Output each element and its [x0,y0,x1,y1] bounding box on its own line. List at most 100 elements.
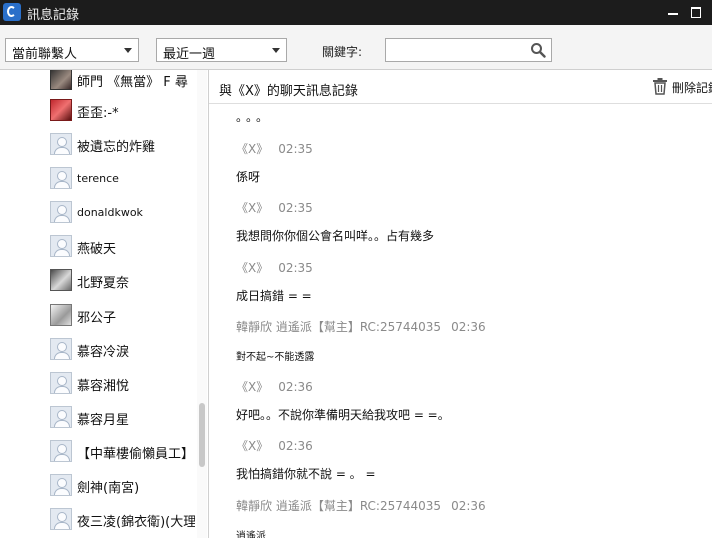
search-icon[interactable] [530,42,546,58]
period-filter-select[interactable]: 最近一週 [156,38,287,62]
chat-header: 與《X》的聊天訊息記錄 刪除記錄 [209,70,712,104]
contact-item[interactable]: 慕容湘悅 [0,366,196,400]
avatar [50,304,72,326]
contact-item[interactable]: 夜三凌(錦衣衛)(大理) [0,502,196,536]
message-text: 逍遙派 [236,531,266,538]
message-time: 02:36 [278,380,313,394]
contact-item[interactable]: terence [0,161,196,195]
contact-name: 【中華樓偷懶員工】 [77,447,195,462]
contact-item[interactable]: 歪歪:-* [0,93,196,127]
contact-filter-value: 當前聯繫人 [12,47,78,62]
message-sender: 《X》 [236,380,269,394]
message-sender: 《X》 [236,201,269,215]
contact-name: 慕容月星 [77,413,130,428]
message-text: 我想問你你個公會名叫咩。。占有幾多 [236,229,435,243]
message-meta: 《X》 02:35 [236,259,706,275]
chat-title: 與《X》的聊天訊息記錄 [219,84,358,99]
period-filter-value: 最近一週 [163,47,216,62]
message-time: 02:36 [451,499,486,513]
chevron-down-icon [272,48,280,53]
contact-item[interactable]: 被遺忘的炸雞 [0,127,196,161]
keyword-label: 關鍵字: [322,45,363,59]
contact-name: 被遺忘的炸雞 [77,140,156,155]
maximize-button[interactable] [688,4,704,20]
default-avatar-icon [50,406,72,428]
message-text: 好吧。。不說你準備明天給我攻吧 = =。 [236,408,450,422]
message-meta: 《X》 02:35 [236,199,706,215]
contact-item[interactable]: 邪公子 [0,298,196,332]
contact-name: donaldkwok [77,206,143,219]
app-logo-icon [3,3,21,21]
scrollbar-thumb[interactable] [199,403,205,467]
message-item: 《X》 02:36 好吧。。不說你準備明天給我攻吧 = =。 [236,378,706,423]
truncated-message-text: 。。。 [236,110,273,124]
message-meta: 《X》 02:36 [236,437,706,453]
contact-item[interactable]: 劍神(南宮) [0,468,196,502]
message-sender: 《X》 [236,439,269,453]
avatar [50,70,72,90]
minimize-button[interactable] [665,4,681,20]
message-meta: 韓靜欣 逍遙派【幫主】RC:25744035 02:36 [236,318,706,334]
contact-name: terence [77,172,119,185]
contact-name: 慕容冷淚 [77,345,130,360]
default-avatar-icon [50,338,72,360]
message-time: 02:35 [278,261,313,275]
message-item: 《X》 02:35 成日搞錯 = = [236,259,706,304]
contact-name: 邪公子 [77,311,117,326]
contact-item[interactable]: 【中華樓偷懶員工】 [0,434,196,468]
default-avatar-icon [50,474,72,496]
contact-item[interactable]: 北野夏奈 [0,263,196,297]
message-sender: 《X》 [236,142,269,156]
message-sender: 韓靜欣 逍遙派【幫主】RC:25744035 [236,499,442,513]
chevron-down-icon [124,48,132,53]
message-text: 我怕搞錯你就不說 = 。 = [236,467,376,481]
message-time: 02:36 [451,320,486,334]
contact-name: 師門 《無當》 F 尋 [77,75,188,90]
avatar [50,99,72,121]
contact-filter-select[interactable]: 當前聯繫人 [5,38,139,62]
message-item: 《X》 02:35 我想問你你個公會名叫咩。。占有幾多 [236,199,706,244]
contact-list: 師門 《無當》 F 尋 歪歪:-* 被遺忘的炸雞 terence donaldk… [0,70,209,538]
default-avatar-icon [50,235,72,257]
message-text: 係呀 [236,170,261,184]
contact-name: 北野夏奈 [77,276,130,291]
contact-item[interactable]: 燕破天 [0,229,196,263]
message-time: 02:35 [278,201,313,215]
default-avatar-icon [50,440,72,462]
avatar [50,269,72,291]
default-avatar-icon [50,201,72,223]
contact-name: 慕容湘悅 [77,379,130,394]
message-sender: 韓靜欣 逍遙派【幫主】RC:25744035 [236,320,442,334]
message-item: 韓靜欣 逍遙派【幫主】RC:25744035 02:36 逍遙派 [236,497,706,538]
message-item: 《X》 02:36 我怕搞錯你就不說 = 。 = [236,437,706,482]
message-item: 韓靜欣 逍遙派【幫主】RC:25744035 02:36 對不起~不能透露 [236,318,706,363]
message-time: 02:35 [278,142,313,156]
delete-history-button[interactable]: 刪除記錄 [652,78,712,96]
keyword-input[interactable] [389,41,533,61]
contact-name: 夜三凌(錦衣衛)(大理) [77,515,195,530]
trash-icon [653,78,667,95]
message-item: 《X》 02:35 係呀 [236,140,706,185]
default-avatar-icon [50,133,72,155]
message-text: 成日搞錯 = = [236,289,312,303]
contact-name: 燕破天 [77,242,117,257]
message-meta: 《X》 02:36 [236,378,706,394]
default-avatar-icon [50,372,72,394]
title-bar: 訊息記錄 [0,0,712,25]
contact-item[interactable]: 慕容冷淚 [0,332,196,366]
delete-history-label: 刪除記錄 [672,81,712,95]
contact-list-scrollbar[interactable] [197,70,207,538]
contact-name: 劍神(南宮) [77,481,140,496]
message-text: 對不起~不能透露 [236,352,315,363]
contact-item[interactable]: 慕容月星 [0,400,196,434]
message-time: 02:36 [278,439,313,453]
keyword-search-box [385,38,552,62]
filter-toolbar: 當前聯繫人 最近一週 關鍵字: [0,25,712,70]
default-avatar-icon [50,167,72,189]
message-sender: 《X》 [236,261,269,275]
message-history: 。。。 《X》 02:35 係呀 《X》 02:35 我想問你你個公會名叫咩。。占有… [209,104,712,538]
contact-item[interactable]: donaldkwok [0,195,196,229]
contact-name: 歪歪:-* [77,106,119,121]
message-meta: 《X》 02:35 [236,140,706,156]
window-title: 訊息記錄 [27,8,80,23]
